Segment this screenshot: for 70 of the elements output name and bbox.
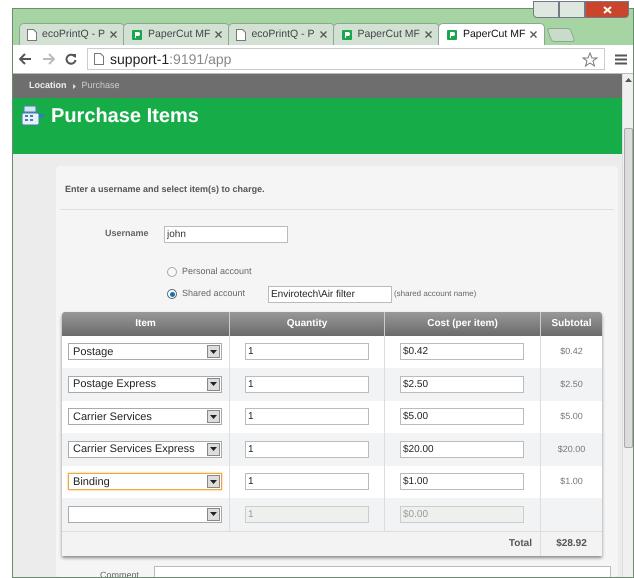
item-dropdown[interactable]: Carrier Services Express (68, 440, 222, 458)
subtotal-text: $2.50 (560, 378, 583, 390)
reload-icon[interactable] (65, 53, 77, 65)
cost-field[interactable]: $20.00 (400, 440, 524, 458)
close-button[interactable] (585, 1, 629, 18)
item-dropdown[interactable]: Postage (68, 343, 222, 360)
dropdown-caret-icon (207, 378, 220, 391)
dropdown-caret-icon (207, 508, 220, 521)
logo-icon (446, 28, 458, 40)
instructions-text: Enter a username and select item(s) to charge. (60, 166, 614, 210)
logo-icon (340, 28, 352, 40)
cost-field[interactable]: $1.00 (400, 473, 524, 490)
browser-tab[interactable]: PaperCut MF (332, 23, 440, 45)
close-tab-icon[interactable] (530, 31, 538, 38)
close-tab-icon[interactable] (215, 31, 222, 38)
dropdown-caret-icon (207, 410, 220, 424)
page-title: Purchase Items (51, 104, 199, 128)
breadcrumb-link[interactable]: Location (29, 79, 66, 93)
cost-field[interactable]: $0.42 (400, 343, 524, 360)
total-value: $28.92 (556, 537, 587, 551)
back-arrow-icon[interactable] (19, 53, 32, 65)
subtotal-text: $20.00 (558, 442, 586, 456)
close-tab-icon[interactable] (110, 31, 118, 38)
radio-button[interactable] (167, 267, 177, 277)
quantity-field[interactable]: 1 (245, 473, 369, 490)
address-url: support-1:9191/app (110, 50, 232, 69)
subtotal-text: $5.00 (560, 410, 583, 423)
scroll-up-arrow-icon[interactable] (624, 78, 632, 82)
close-tab-icon[interactable] (320, 31, 326, 38)
total-label: Total (508, 537, 532, 551)
quantity-field[interactable]: 1 (245, 376, 369, 393)
dropdown-caret-icon (207, 442, 220, 456)
item-dropdown[interactable]: Binding (68, 473, 222, 490)
radio-label: Shared account (182, 287, 246, 300)
star-icon[interactable] (582, 52, 598, 66)
browser-tab[interactable]: ecoPrintQ - P (228, 23, 334, 45)
radio-button[interactable] (167, 289, 177, 299)
item-dropdown[interactable]: Carrier Services (68, 408, 222, 426)
radio-label: Personal account (182, 265, 253, 278)
account-field[interactable]: Envirotech\Air filter (268, 286, 392, 302)
browser-tab[interactable]: PaperCut MF (438, 23, 546, 45)
subtotal-text: $0.42 (560, 345, 583, 358)
dropdown-caret-icon (207, 345, 220, 358)
username-field[interactable]: john (164, 226, 288, 242)
scrollbar-thumb[interactable] (624, 128, 632, 448)
cost-field[interactable]: $2.50 (400, 376, 524, 393)
page-icon (94, 53, 104, 65)
page-icon (236, 28, 246, 40)
chevron-right-icon (72, 84, 76, 88)
column-header: Item (134, 317, 157, 331)
page-icon (27, 28, 37, 40)
menu-icon[interactable] (615, 54, 627, 64)
hint-text: (shared account name) (394, 288, 476, 300)
minimize-button[interactable] (533, 1, 559, 18)
browser-tab[interactable]: ecoPrintQ - P (19, 23, 126, 45)
subtotal-text: $1.00 (560, 475, 583, 488)
quantity-field[interactable]: 1 (245, 343, 369, 360)
close-icon (602, 6, 612, 14)
username-label: Username (105, 227, 150, 240)
quantity-field[interactable]: 1 (245, 408, 369, 426)
item-dropdown[interactable]: Postage Express (68, 376, 222, 393)
close-tab-icon[interactable] (424, 31, 432, 38)
maximize-button[interactable] (559, 1, 585, 18)
browser-tab[interactable]: PaperCut MF (123, 23, 230, 45)
quantity-field[interactable]: 1 (245, 440, 369, 458)
dropdown-caret-icon (207, 475, 220, 488)
address-bar[interactable]: support-1:9191/app (87, 48, 605, 70)
cash-register-icon (21, 104, 45, 128)
logo-icon (131, 28, 144, 40)
cost-field[interactable]: $5.00 (400, 408, 524, 426)
